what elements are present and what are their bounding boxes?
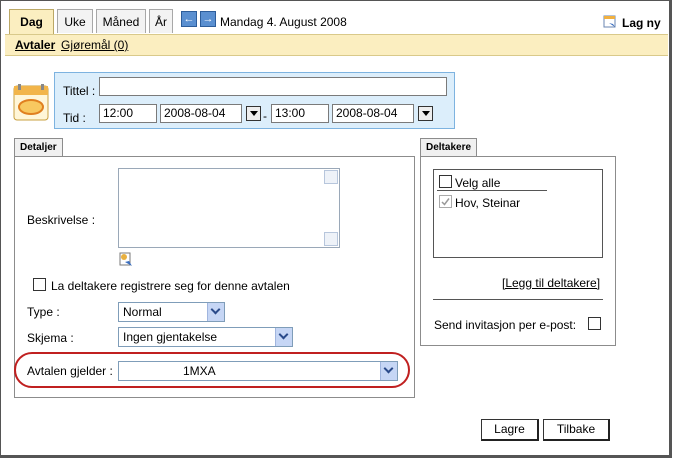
scroll-up-icon[interactable] xyxy=(324,170,338,184)
subnav-bar: Avtaler Gjøremål (0) xyxy=(5,34,668,56)
tab-detaljer[interactable]: Detaljer xyxy=(14,138,63,157)
description-label: Beskrivelse : xyxy=(27,213,96,227)
register-checkbox[interactable] xyxy=(33,278,46,291)
type-value: Normal xyxy=(123,305,162,319)
tab-dag[interactable]: Dag xyxy=(9,9,54,36)
end-time-input[interactable]: 13:00 xyxy=(271,104,329,123)
title-input[interactable] xyxy=(99,77,447,96)
select-all-checkbox[interactable] xyxy=(439,175,452,188)
tab-ar[interactable]: År xyxy=(149,9,173,33)
chevron-down-icon xyxy=(207,303,224,321)
participant-name: Hov, Steinar xyxy=(455,196,521,210)
start-time-input[interactable]: 12:00 xyxy=(99,104,157,123)
applies-value: 1MXA xyxy=(183,364,216,378)
window-frame: Dag Uke Måned År ← → Mandag 4. August 20… xyxy=(0,0,672,458)
time-separator: - xyxy=(263,109,267,123)
back-button[interactable]: Tilbake xyxy=(543,419,610,441)
tab-uke[interactable]: Uke xyxy=(57,9,93,33)
applies-select[interactable]: 1MXA xyxy=(118,361,398,381)
register-label: La deltakere registrere seg for denne av… xyxy=(51,279,290,293)
start-date-input[interactable]: 2008-08-04 xyxy=(160,104,242,123)
description-textarea[interactable] xyxy=(118,168,340,248)
add-participants-link[interactable]: [Legg til deltakere] xyxy=(502,276,600,290)
tab-deltakere[interactable]: Deltakere xyxy=(420,138,478,157)
schema-label: Skjema : xyxy=(27,331,74,345)
subnav-avtaler[interactable]: Avtaler xyxy=(15,38,55,52)
list-divider xyxy=(437,190,547,191)
schema-value: Ingen gjentakelse xyxy=(123,330,218,344)
invite-checkbox[interactable] xyxy=(588,317,601,330)
type-label: Type : xyxy=(27,305,60,319)
time-label: Tid : xyxy=(63,111,86,125)
participant-checkbox[interactable] xyxy=(439,195,452,208)
end-date-input[interactable]: 2008-08-04 xyxy=(332,104,414,123)
applies-label: Avtalen gjelder : xyxy=(27,364,113,378)
select-all-label: Velg alle xyxy=(455,176,501,190)
participants-divider xyxy=(433,299,603,300)
scroll-down-icon[interactable] xyxy=(324,232,338,246)
prev-day-arrow-icon[interactable]: ← xyxy=(181,11,197,27)
next-day-arrow-icon[interactable]: → xyxy=(200,11,216,27)
participants-list: Velg alle Hov, Steinar xyxy=(433,169,603,258)
start-date-picker-icon[interactable] xyxy=(246,106,261,121)
chevron-down-icon xyxy=(275,328,292,346)
save-button[interactable]: Lagre xyxy=(481,419,539,441)
invite-label: Send invitasjon per e-post: xyxy=(434,318,577,332)
type-select[interactable]: Normal xyxy=(118,302,225,322)
schema-select[interactable]: Ingen gjentakelse xyxy=(118,327,293,347)
new-item-link[interactable]: Lag ny xyxy=(622,16,661,30)
end-date-picker-icon[interactable] xyxy=(418,106,433,121)
subnav-gjoremal[interactable]: Gjøremål (0) xyxy=(61,38,128,52)
new-item-icon[interactable] xyxy=(603,14,618,29)
title-label: Tittel : xyxy=(63,84,96,98)
calendar-icon xyxy=(13,83,49,121)
tab-maned[interactable]: Måned xyxy=(96,9,146,33)
current-date: Mandag 4. August 2008 xyxy=(220,15,347,29)
spellcheck-icon[interactable] xyxy=(118,252,134,268)
chevron-down-icon xyxy=(380,362,397,380)
